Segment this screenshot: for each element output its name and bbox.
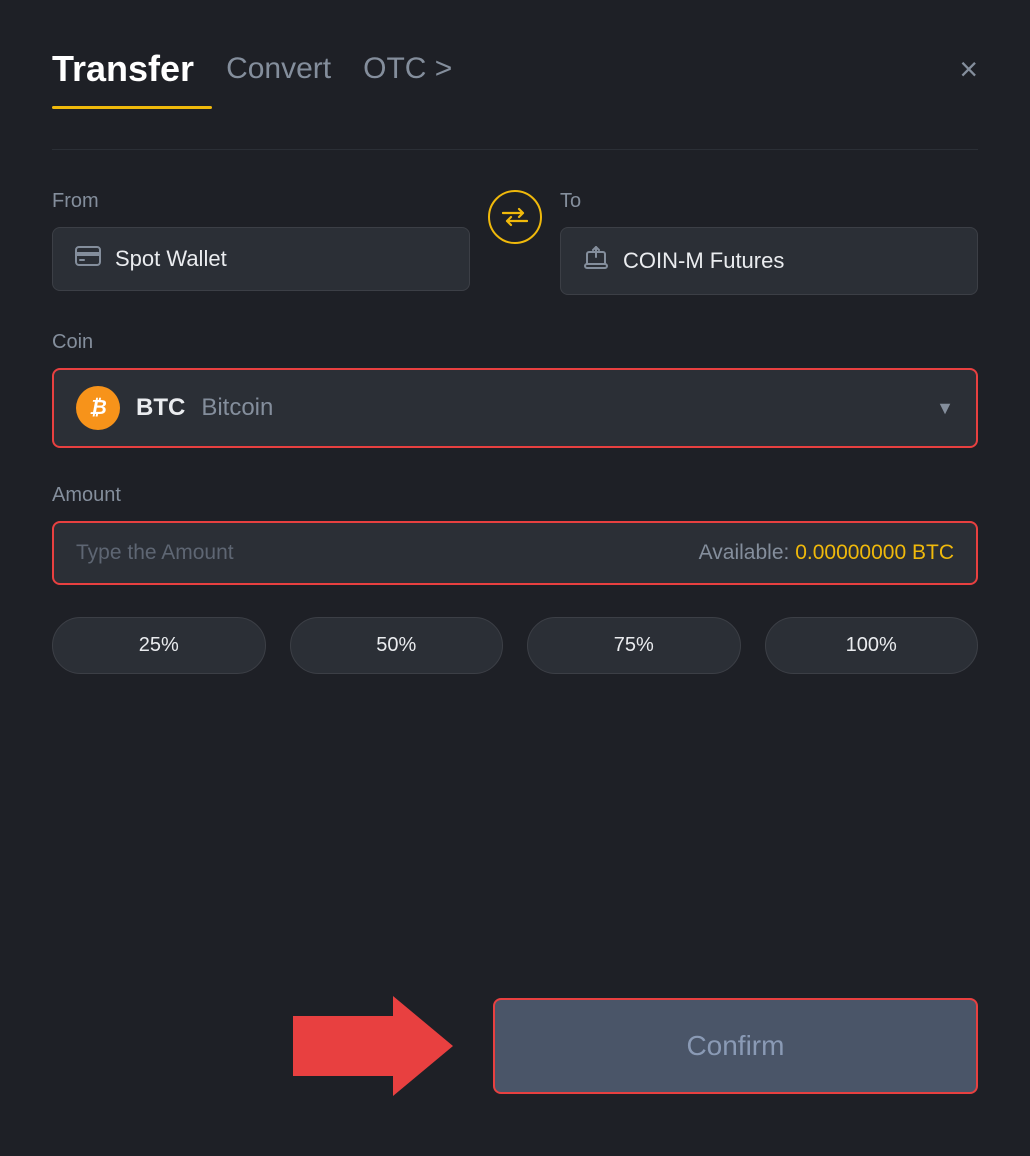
amount-section: Amount Type the Amount Available: 0.0000… [52, 484, 978, 585]
coin-symbol: BTC [136, 394, 185, 422]
transfer-icon [583, 246, 609, 276]
swap-btn-container [470, 190, 560, 258]
close-button[interactable]: × [959, 53, 978, 85]
transfer-modal: Transfer Convert OTC > × From Spot Walle… [0, 0, 1030, 1156]
header-divider [52, 149, 978, 150]
from-to-row: From Spot Wallet [52, 190, 978, 295]
amount-input-box: Type the Amount Available: 0.00000000 BT… [52, 521, 978, 585]
pct-100-button[interactable]: 100% [765, 617, 979, 674]
from-section: From Spot Wallet [52, 190, 470, 291]
modal-header: Transfer Convert OTC > × [52, 48, 978, 90]
available-value: 0.00000000 BTC [795, 541, 954, 564]
red-arrow-icon [293, 996, 453, 1096]
tab-convert[interactable]: Convert [226, 52, 331, 86]
from-label: From [52, 190, 470, 213]
from-wallet-box[interactable]: Spot Wallet [52, 227, 470, 291]
btc-icon: ₿ [76, 386, 120, 430]
tab-otc[interactable]: OTC > [363, 52, 452, 86]
percentage-row: 25% 50% 75% 100% [52, 617, 978, 674]
to-wallet-box[interactable]: COIN-M Futures [560, 227, 978, 295]
swap-button[interactable] [488, 190, 542, 244]
pct-25-button[interactable]: 25% [52, 617, 266, 674]
to-label: To [560, 190, 978, 213]
coin-selector[interactable]: ₿ BTC Bitcoin ▼ [52, 368, 978, 448]
coin-label: Coin [52, 331, 978, 354]
card-icon [75, 246, 101, 272]
coin-name: Bitcoin [201, 394, 273, 422]
from-wallet-label: Spot Wallet [115, 246, 227, 272]
amount-available: Available: 0.00000000 BTC [699, 541, 954, 565]
swap-icon [502, 207, 528, 227]
to-wallet-label: COIN-M Futures [623, 248, 784, 274]
pct-50-button[interactable]: 50% [290, 617, 504, 674]
pct-75-button[interactable]: 75% [527, 617, 741, 674]
arrow-container [52, 996, 453, 1096]
active-tab-underline [52, 106, 212, 109]
chevron-down-icon: ▼ [936, 398, 954, 419]
coin-section: Coin ₿ BTC Bitcoin ▼ [52, 331, 978, 448]
confirm-row: Confirm [52, 996, 978, 1096]
amount-label: Amount [52, 484, 978, 507]
tab-transfer[interactable]: Transfer [52, 48, 194, 90]
to-section: To COIN-M Futures [560, 190, 978, 295]
confirm-button[interactable]: Confirm [493, 998, 978, 1094]
amount-placeholder: Type the Amount [76, 541, 234, 565]
